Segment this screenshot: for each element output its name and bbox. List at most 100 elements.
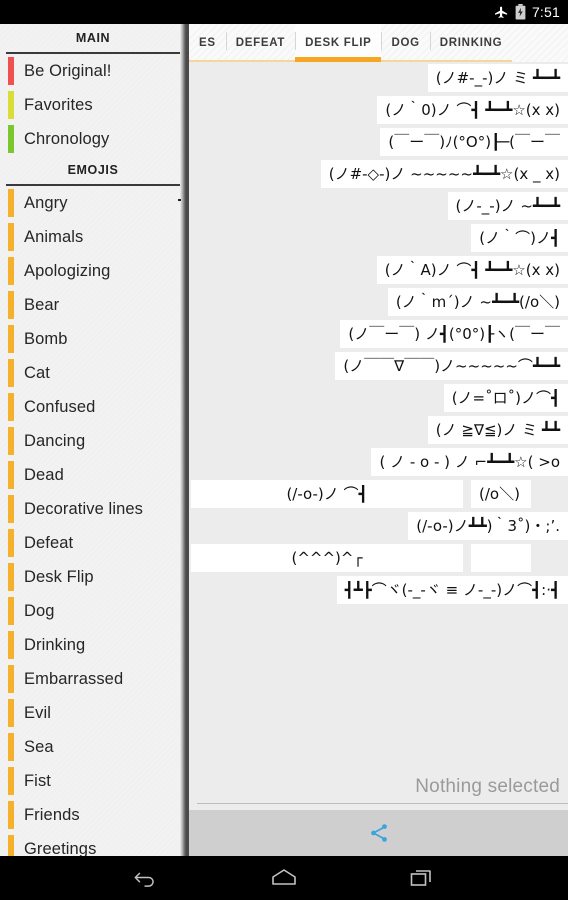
category-color-bar [8,393,14,421]
category-color-bar [8,801,14,829]
sidebar-item-dead[interactable]: Dead [0,458,186,492]
tab-label: DESK FLIP [305,37,372,49]
home-icon [272,869,296,885]
emoji-row[interactable]: (ノ-_-)ノ ~┻━┻ [189,190,568,222]
tab-desk-flip[interactable]: DESK FLIP [295,24,382,62]
emoji-row[interactable]: (ノ￣￣∇￣￣)ノ~~~~~⌒┻━┻ [189,350,568,382]
emoji-item[interactable]: (^^^)^┌ [191,544,463,572]
emoji-row[interactable]: (ノ#-_-)ノ ミ ┻━┻ [189,62,568,94]
sidebar-item-defeat[interactable]: Defeat [0,526,186,560]
tab-defeat[interactable]: DEFEAT [225,24,296,62]
home-button[interactable] [257,856,311,900]
sidebar-item-decorative-lines[interactable]: Decorative lines [0,492,186,526]
sidebar-item-be-original[interactable]: Be Original! [0,54,186,88]
emoji-item[interactable]: (ノ#-◇-)ノ ~~~~~┻━┻☆(x _ x) [320,160,568,188]
sidebar-item-friends[interactable]: Friends [0,798,186,832]
emoji-item[interactable]: (ノ#-_-)ノ ミ ┻━┻ [427,64,568,92]
emoji-item[interactable]: (/o＼) [471,480,531,508]
emoji-item[interactable]: ┫┻┣⌒ヾ(-_-ヾ ≡ ノ-_-)ノ⌒┫:·┫ [336,576,568,604]
sidebar-item-bear[interactable]: Bear [0,288,186,322]
sidebar-item-evil[interactable]: Evil [0,696,186,730]
emoji-row[interactable]: (/-o-)ノ┻┻)｀3˚)・;’. [189,510,568,542]
sidebar-item-angry[interactable]: Angry [0,186,186,220]
drawer-scrollbar[interactable] [178,199,181,201]
sidebar-item-dancing[interactable]: Dancing [0,424,186,458]
category-color-bar [8,563,14,591]
emoji-row[interactable]: ( ノ - o - ) ノ ⌐┻━┻☆( >o [189,446,568,478]
emoji-item[interactable]: ( ノ - o - ) ノ ⌐┻━┻☆( >o [371,448,568,476]
emoji-item[interactable]: (ノ｀0)ノ ⌒┫ ┻━┻☆(x x) [377,96,568,124]
emoji-item[interactable]: (ノ￣ー￣) ノ┫(°0°)┠ヽ(￣ー￣ [340,320,568,348]
emoji-row[interactable]: (￣ー￣)ﾉ(°O°)┠─(￣ー￣ [189,126,568,158]
emoji-item[interactable]: (/-o-)ノ ⌒┫ [191,480,463,508]
android-nav-bar[interactable] [0,856,568,900]
emoji-item[interactable]: (ノ-_-)ノ ~┻━┻ [447,192,568,220]
sidebar-item-apologizing[interactable]: Apologizing [0,254,186,288]
tab-label: DEFEAT [235,37,286,49]
sidebar-item-dog[interactable]: Dog [0,594,186,628]
emoji-item[interactable]: (ノ｀A)ノ ⌒┫ ┻━┻☆(x x) [376,256,568,284]
share-icon [370,824,387,842]
emoji-row[interactable]: (ノ｀⌒)ノ┫ [189,222,568,254]
sidebar-item-sea[interactable]: Sea [0,730,186,764]
sidebar-item-fist[interactable]: Fist [0,764,186,798]
category-color-bar [8,223,14,251]
sidebar-item-favorites[interactable]: Favorites [0,88,186,122]
sidebar-item-label: Angry [24,193,68,212]
emoji-row[interactable]: (ノ｀m´)ノ ~┻━┻(/o＼) [189,286,568,318]
drawer-section-header: EMOJIS [67,163,119,177]
sidebar-item-desk-flip[interactable]: Desk Flip [0,560,186,594]
sidebar-item-label: Defeat [24,533,74,552]
share-button[interactable] [355,813,403,853]
sidebar-item-greetings[interactable]: Greetings [0,832,186,856]
sidebar-item-label: Evil [24,703,51,722]
emoji-item[interactable]: (ノ｀⌒)ノ┫ [471,224,568,252]
emoji-row[interactable]: (ノ｀0)ノ ⌒┫ ┻━┻☆(x x) [189,94,568,126]
back-button[interactable] [119,856,173,900]
sidebar-item-label: Confused [24,397,96,416]
category-color-bar [8,189,14,217]
selection-placeholder-text: Nothing selected [415,776,560,797]
sidebar-item-label: Dancing [24,431,86,450]
sidebar-item-bomb[interactable]: Bomb [0,322,186,356]
recents-button[interactable] [395,856,449,900]
sidebar-item-label: Cat [24,363,50,382]
emoji-item[interactable]: (￣ー￣)ﾉ(°O°)┠─(￣ー￣ [380,128,568,156]
sidebar-item-label: Drinking [24,635,86,654]
tab-drinking[interactable]: DRINKING [429,24,513,62]
emoji-item[interactable]: (ノ=˚ロ˚)ノ⌒┫ [443,384,568,412]
sidebar-item-label: Friends [24,805,80,824]
sidebar-item-drinking[interactable]: Drinking [0,628,186,662]
emoji-item[interactable]: (/-o-)ノ┻┻)｀3˚)・;’. [408,512,568,540]
main-pane: ES DEFEAT DESK FLIP DOG DRINKING (ノ#-_-)ノ ミ … [186,24,568,856]
emoji-row[interactable]: (ノ#-◇-)ノ ~~~~~┻━┻☆(x _ x) [189,158,568,190]
emoji-row[interactable]: (ノ｀A)ノ ⌒┫ ┻━┻☆(x x) [189,254,568,286]
sidebar-item-cat[interactable]: Cat [0,356,186,390]
tab-dog[interactable]: DOG [381,24,430,62]
sidebar-item-embarrassed[interactable]: Embarrassed [0,662,186,696]
emoji-item[interactable]: (ノ￣￣∇￣￣)ノ~~~~~⌒┻━┻ [335,352,568,380]
navigation-drawer[interactable]: MAIN Be Original! Favorites Chronology EMOJI… [0,24,186,856]
sidebar-item-confused[interactable]: Confused [0,390,186,424]
emoji-row[interactable]: (ノ=˚ロ˚)ノ⌒┫ [189,382,568,414]
sidebar-item-animals[interactable]: Animals [0,220,186,254]
back-icon [134,872,154,887]
emoji-item[interactable]: (ノ ≧∇≦)ノ ミ ┻┻ [427,416,568,444]
emoji-row[interactable]: (ノ￣ー￣) ノ┫(°0°)┠ヽ(￣ー￣ [189,318,568,350]
emoji-row[interactable]: (/-o-)ノ ⌒┫ (/o＼) [189,478,568,510]
sidebar-item-label: Chronology [24,129,110,148]
emoji-row[interactable]: ┫┻┣⌒ヾ(-_-ヾ ≡ ノ-_-)ノ⌒┫:·┫ [189,574,568,606]
category-tab-bar[interactable]: ES DEFEAT DESK FLIP DOG DRINKING [189,24,568,62]
sidebar-item-label: Be Original! [24,61,112,80]
bottom-action-bar[interactable] [189,810,568,856]
sidebar-item-label: Dead [24,465,64,484]
selection-preview[interactable]: Nothing selected [189,744,568,804]
emoji-item[interactable]: (ノ｀m´)ノ ~┻━┻(/o＼) [387,288,568,316]
emoji-item[interactable] [471,544,531,572]
tab-es[interactable]: ES [189,24,226,62]
tab-label: DOG [391,37,420,49]
sidebar-item-chronology[interactable]: Chronology [0,122,186,156]
emoji-list[interactable]: (ノ#-_-)ノ ミ ┻━┻ (ノ｀0)ノ ⌒┫ ┻━┻☆(x x) (￣ー￣)ﾉ(… [189,62,568,782]
emoji-row[interactable]: (^^^)^┌ [189,542,568,574]
emoji-row[interactable]: (ノ ≧∇≦)ノ ミ ┻┻ [189,414,568,446]
